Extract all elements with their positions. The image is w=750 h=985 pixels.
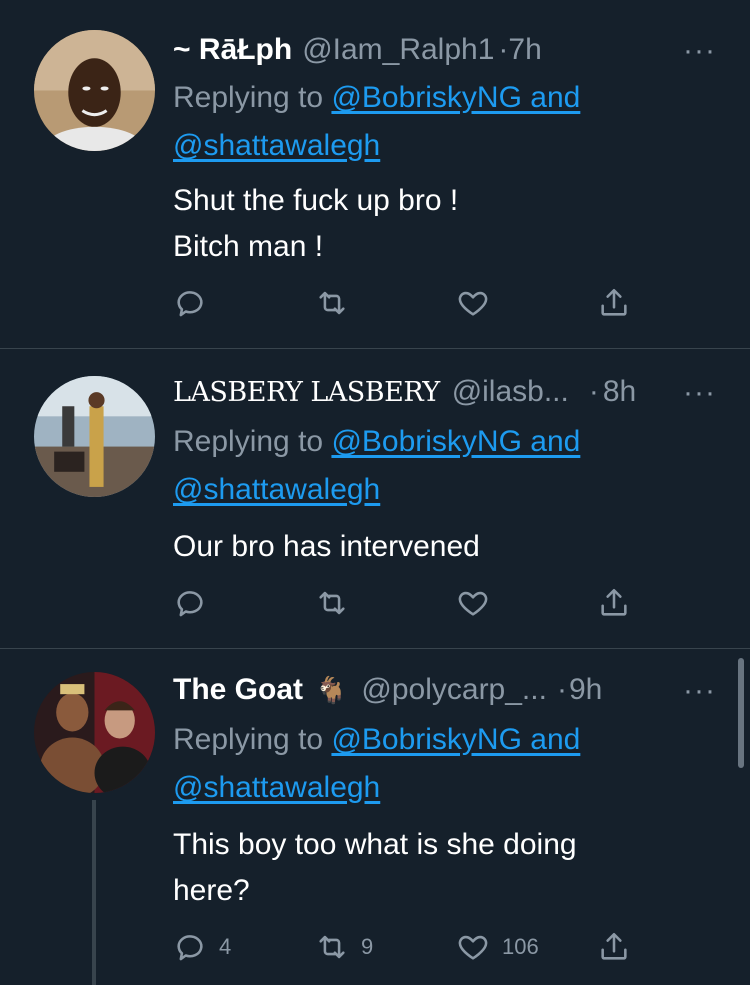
user-handle[interactable]: @polycarp_...	[361, 673, 547, 707]
mention-link[interactable]: @shattawalegh	[173, 473, 380, 506]
retweet-icon	[319, 591, 345, 615]
avatar[interactable]	[34, 376, 155, 497]
like-count: 106	[502, 934, 539, 959]
avatar[interactable]	[34, 30, 155, 151]
separator: ·	[588, 375, 599, 408]
replying-prefix: Replying to	[173, 425, 332, 458]
divider	[0, 648, 750, 649]
like-button[interactable]	[456, 286, 502, 320]
user-handle[interactable]: @Iam_Ralph1	[302, 33, 494, 67]
replying-prefix: Replying to	[173, 723, 332, 756]
tweet-text: Shut the fuck up bro ! Bitch man !	[173, 184, 459, 263]
separator: ·	[556, 673, 567, 706]
share-icon	[601, 932, 627, 960]
share-icon	[601, 288, 627, 316]
separator: ·	[498, 33, 509, 66]
timestamp[interactable]: 8h	[603, 375, 636, 409]
replying-prefix: Replying to	[173, 81, 332, 114]
retweet-icon	[319, 291, 345, 315]
scrollbar[interactable]	[738, 658, 744, 768]
tweet-3[interactable]: The Goat 🐐 @polycarp_... · 9h ··· Replyi…	[0, 670, 750, 985]
divider	[0, 348, 750, 349]
reply-count: 4	[219, 934, 232, 959]
retweet-button[interactable]	[315, 586, 361, 620]
mention-link[interactable]: @shattawalegh	[173, 129, 380, 162]
tweet-1[interactable]: ~ RāŁph @Iam_Ralph1 · 7h ··· Replying to…	[0, 30, 750, 350]
like-icon	[458, 935, 488, 960]
action-bar: 4 9 106	[173, 930, 643, 970]
like-button[interactable]: 106	[456, 930, 539, 964]
retweet-count: 9	[361, 934, 374, 959]
avatar[interactable]	[34, 672, 155, 793]
share-icon	[601, 588, 627, 616]
display-name[interactable]: LASBERY LASBERY	[173, 377, 440, 408]
mention-link[interactable]: @BobriskyNG and	[331, 425, 580, 458]
tweet-header: The Goat 🐐 @polycarp_... · 9h	[173, 670, 602, 710]
mention-link[interactable]: @BobriskyNG and	[331, 81, 580, 114]
more-icon[interactable]: ···	[683, 376, 716, 410]
action-bar	[173, 286, 643, 326]
tweet-2[interactable]: LASBERY LASBERY @ilasb... · 8h ··· Reply…	[0, 372, 750, 642]
replying-to: Replying to @BobriskyNG and @shattawaleg…	[173, 74, 580, 170]
reply-icon	[177, 291, 203, 317]
display-name[interactable]: The Goat	[173, 673, 303, 707]
retweet-icon	[319, 935, 345, 959]
reply-button[interactable]	[173, 586, 219, 620]
timestamp[interactable]: 7h	[508, 33, 541, 67]
retweet-button[interactable]	[315, 286, 361, 320]
tweet-header: ~ RāŁph @Iam_Ralph1 · 7h	[173, 30, 542, 70]
share-button[interactable]	[597, 586, 631, 620]
reply-icon	[177, 935, 203, 961]
mention-link[interactable]: @BobriskyNG and	[331, 723, 580, 756]
display-name[interactable]: ~ RāŁph	[173, 33, 292, 67]
action-bar	[173, 586, 643, 626]
reply-button[interactable]: 4	[173, 930, 231, 964]
reply-icon	[177, 591, 203, 617]
share-button[interactable]	[597, 930, 631, 964]
mention-link[interactable]: @shattawalegh	[173, 771, 380, 804]
more-icon[interactable]: ···	[683, 34, 716, 68]
replying-to: Replying to @BobriskyNG and @shattawaleg…	[173, 418, 580, 514]
timestamp[interactable]: 9h	[569, 673, 602, 707]
share-button[interactable]	[597, 286, 631, 320]
tweet-header: LASBERY LASBERY @ilasb... · 8h	[173, 372, 636, 412]
reply-button[interactable]	[173, 286, 219, 320]
tweet-text: This boy too what is she doing here?	[173, 828, 577, 907]
like-icon	[458, 291, 488, 316]
goat-emoji: 🐐	[315, 674, 348, 705]
tweet-text: Our bro has intervened	[173, 530, 480, 563]
replying-to: Replying to @BobriskyNG and @shattawaleg…	[173, 716, 580, 812]
like-button[interactable]	[456, 586, 502, 620]
like-icon	[458, 591, 488, 616]
retweet-button[interactable]: 9	[315, 930, 373, 964]
more-icon[interactable]: ···	[683, 674, 716, 708]
user-handle[interactable]: @ilasb...	[452, 375, 569, 409]
